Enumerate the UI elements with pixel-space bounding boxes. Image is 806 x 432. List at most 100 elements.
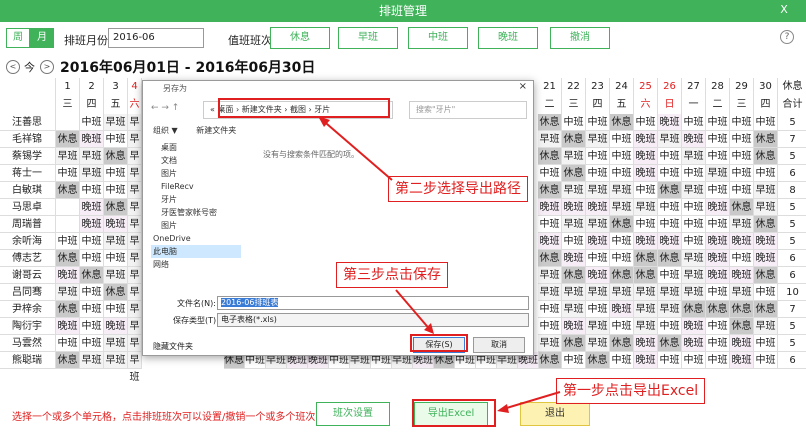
hide-folders-toggle[interactable]: 隐藏文件夹 [153,341,193,352]
shift-cell[interactable]: 早班 [80,148,104,165]
shift-cell[interactable]: 中班 [658,216,682,233]
type-select[interactable]: 电子表格(*.xls) [217,313,529,327]
shift-cell[interactable]: 休息 [104,148,128,165]
shift-cell[interactable]: 休息 [56,182,80,199]
tree-item[interactable]: 牙片 [151,193,241,206]
shift-cell[interactable]: 早班 [56,284,80,301]
shift-cell[interactable]: 中班 [754,284,778,301]
shift-cell[interactable]: 中班 [586,250,610,267]
shift-cell[interactable]: 中班 [706,148,730,165]
shift-cell[interactable]: 中班 [682,114,706,131]
shift-cell[interactable]: 早班 [128,318,142,349]
shift-cell[interactable]: 晚班 [754,233,778,250]
next-icon[interactable]: > [40,60,54,74]
filename-input[interactable]: 2016-06排班表 [217,296,529,310]
shift-cell[interactable]: 休息 [538,148,562,165]
shift-cell[interactable]: 晚班 [682,318,706,335]
shift-cell[interactable]: 中班 [610,318,634,335]
shift-cell[interactable]: 休息 [562,267,586,284]
shift-cell[interactable]: 晚班 [538,199,562,216]
shift-cell[interactable]: 早班 [104,267,128,284]
shift-cell[interactable]: 中班 [730,114,754,131]
shift-cell[interactable]: 早班 [682,267,706,284]
shift-cell[interactable]: 休息 [682,301,706,318]
shift-cell[interactable]: 休息 [610,114,634,131]
shift-cell[interactable]: 晚班 [586,199,610,216]
shift-cell[interactable]: 中班 [80,284,104,301]
shift-cell[interactable]: 晚班 [586,267,610,284]
shift-cell[interactable]: 休息 [104,199,128,216]
shift-cell[interactable]: 中班 [104,131,128,148]
shift-cell[interactable]: 早班 [128,250,142,281]
shift-cell[interactable]: 早班 [730,284,754,301]
shift-cell[interactable]: 早班 [586,216,610,233]
shift-cell[interactable]: 早班 [128,199,142,230]
shift-cell[interactable]: 晚班 [706,233,730,250]
shift-cell[interactable]: 晚班 [706,250,730,267]
shift-cell[interactable]: 早班 [104,114,128,131]
shift-cell[interactable]: 休息 [562,165,586,182]
shift-cell[interactable]: 中班 [538,216,562,233]
shift-cell[interactable]: 中班 [586,148,610,165]
shift-cell[interactable]: 早班 [634,318,658,335]
shift-cell[interactable]: 中班 [754,165,778,182]
shift-cell[interactable]: 中班 [56,233,80,250]
shift-cell[interactable]: 晚班 [706,199,730,216]
shift-cell[interactable]: 早班 [610,199,634,216]
shift-cell[interactable]: 早班 [634,199,658,216]
tree-item[interactable]: 网络 [151,258,241,271]
shift-cell[interactable]: 中班 [80,335,104,352]
shift-cell[interactable]: 中班 [538,318,562,335]
shift-cell[interactable]: 休息 [610,335,634,352]
shift-cell[interactable]: 休息 [730,318,754,335]
shift-cell[interactable]: 早班 [754,199,778,216]
shift-cell[interactable]: 中班 [610,165,634,182]
shift-cell[interactable]: 中班 [658,267,682,284]
shift-cell[interactable]: 早班 [658,301,682,318]
shift-cell[interactable]: 晚班 [562,318,586,335]
shift-cell[interactable]: 中班 [562,233,586,250]
shift-cell[interactable]: 中班 [104,165,128,182]
shift-cell[interactable]: 早班 [128,233,142,264]
shift-cell[interactable]: 休息 [562,335,586,352]
shift-cell[interactable]: 早班 [104,335,128,352]
month-tab[interactable]: 月 [30,28,54,48]
shift-cell[interactable]: 早班 [634,301,658,318]
shift-cell[interactable]: 晚班 [80,199,104,216]
shift-cell[interactable]: 早班 [538,267,562,284]
shift-cell[interactable]: 中班 [754,114,778,131]
shift-cell[interactable]: 中班 [634,182,658,199]
shift-cell[interactable]: 晚班 [658,114,682,131]
shift-cell[interactable]: 休息 [538,182,562,199]
shift-cell[interactable]: 早班 [128,182,142,213]
shift-cell[interactable] [56,199,80,216]
shift-cell[interactable]: 中班 [658,165,682,182]
shift-cell[interactable] [56,114,80,131]
shift-cell[interactable]: 中班 [586,301,610,318]
tree-item[interactable]: 牙医管家帐号密 [151,206,241,219]
shift-cell[interactable]: 早班 [538,335,562,352]
shift-cell[interactable] [56,216,80,233]
shift-cell[interactable]: 休息 [754,148,778,165]
shift-cell[interactable]: 休息 [706,301,730,318]
shift-cell[interactable]: 中班 [730,182,754,199]
shift-cell[interactable]: 休息 [730,301,754,318]
shift-cell[interactable]: 晚班 [56,267,80,284]
shift-cell[interactable]: 早班 [128,301,142,332]
shift-cell[interactable]: 休息 [658,250,682,267]
shift-cell[interactable]: 早班 [658,131,682,148]
shift-cell[interactable]: 中班 [634,114,658,131]
shift-cell[interactable]: 早班 [128,267,142,298]
tree-item[interactable]: 文档 [151,154,241,167]
shift-cell[interactable]: 休息 [634,250,658,267]
shift-cell[interactable]: 休息 [610,216,634,233]
shift-cell[interactable]: 休息 [754,267,778,284]
new-folder-button[interactable]: 新建文件夹 [196,126,236,135]
shift-cell[interactable]: 早班 [128,114,142,145]
shift-cell[interactable]: 晚班 [104,216,128,233]
month-select[interactable]: 2016-06 [108,28,204,48]
shift-cell[interactable]: 早班 [538,131,562,148]
shift-cell[interactable]: 中班 [80,114,104,131]
close-icon[interactable]: X [776,3,792,17]
shift-cell[interactable]: 中班 [56,165,80,182]
